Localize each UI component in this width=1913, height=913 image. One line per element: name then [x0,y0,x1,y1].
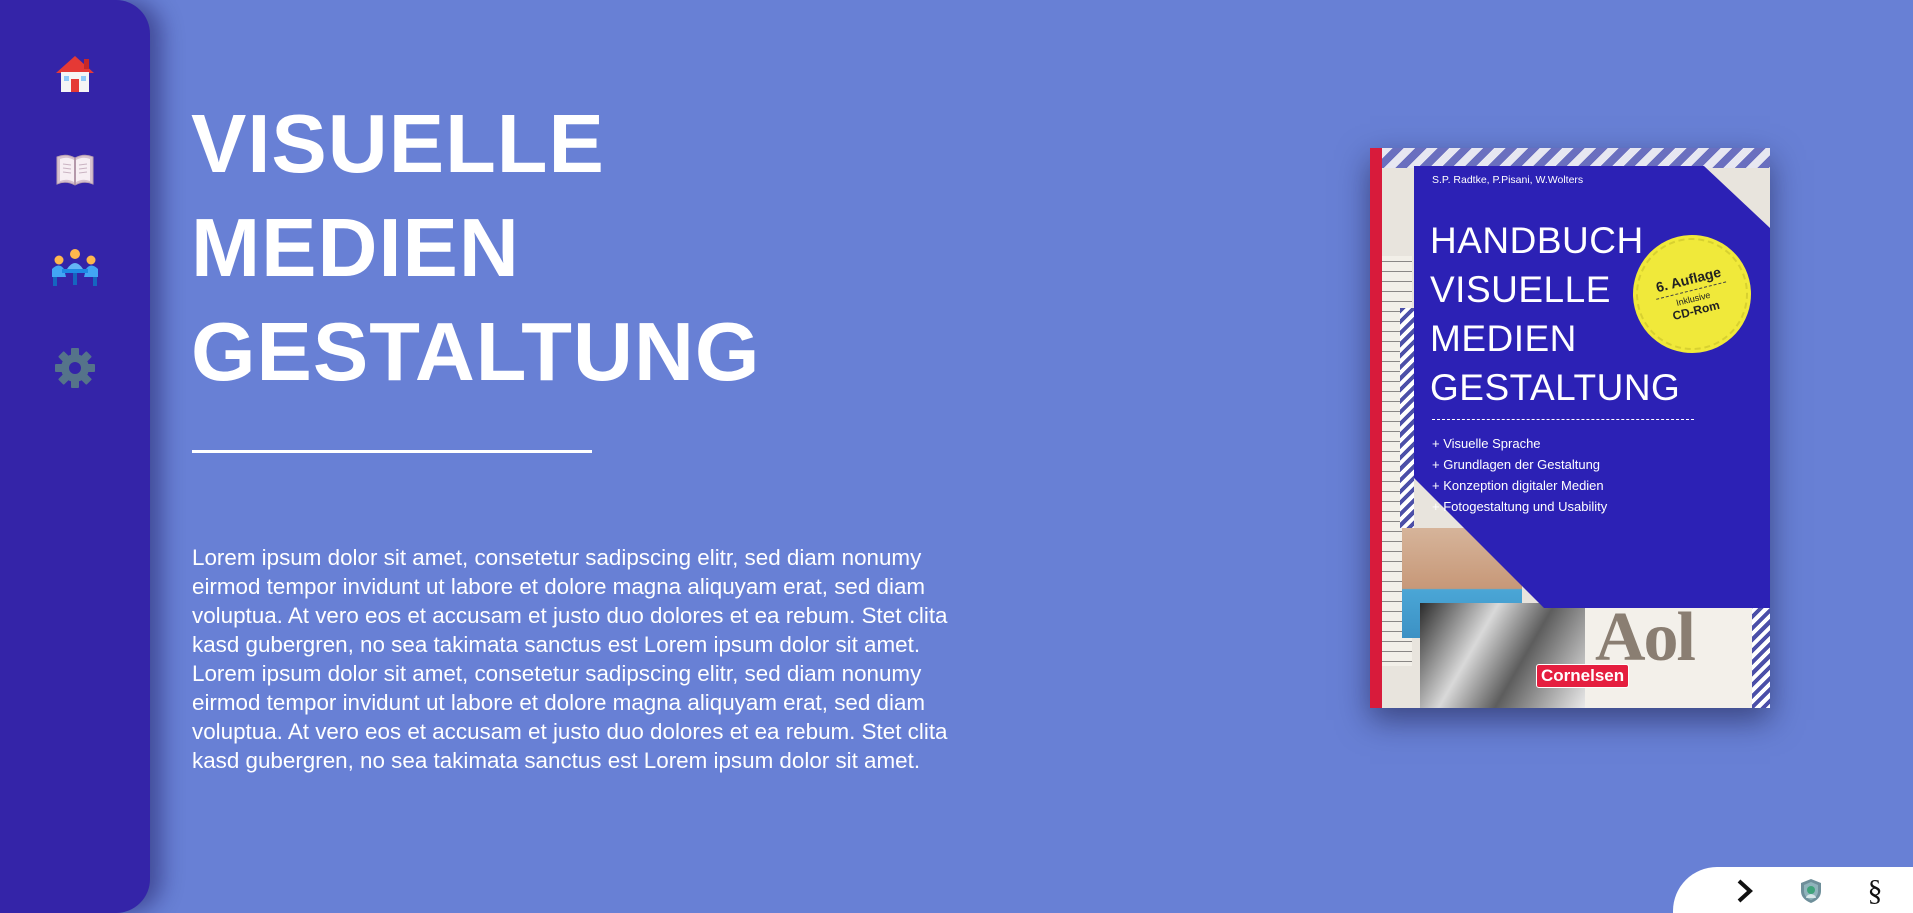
feature-item: + Konzeption digitaler Medien [1432,478,1604,493]
privacy-button[interactable] [1795,875,1827,907]
feature-item: + Fotogestaltung und Usability [1432,499,1608,514]
chevron-right-icon [1737,879,1753,903]
sidebar-item-home[interactable] [48,47,102,101]
home-icon [56,56,94,92]
cover-hatch-pattern [1752,603,1770,708]
cover-collage-top [1370,148,1770,168]
body-paragraph: Lorem ipsum dolor sit amet, consetetur s… [192,545,948,773]
sidebar-item-book[interactable] [48,143,102,197]
section-sign-icon: § [1867,874,1883,907]
next-button[interactable] [1729,875,1761,907]
book-authors: S.P. Radtke, P.Pisani, W.Wolters [1432,174,1584,186]
publisher-logo: Cornelsen [1536,664,1630,688]
legal-button[interactable]: § [1859,875,1891,907]
sidebar-item-settings[interactable] [48,341,102,395]
cover-red-stripe [1370,148,1382,708]
cover-dashed-divider [1432,419,1694,420]
cover-photo [1420,603,1585,708]
book-feature-list: + Visuelle Sprache + Grundlagen der Gest… [1432,433,1607,517]
book-title-line: HANDBUCH [1430,220,1644,261]
sidebar [0,0,150,913]
feature-item: + Visuelle Sprache [1432,436,1541,451]
shield-icon [1801,879,1821,903]
book-icon [56,154,94,186]
title-line: MEDIEN [191,201,520,294]
book-cover: Aol S.P. Radtke, P.Pisani, W.Wolters HAN… [1370,148,1770,708]
title-line: VISUELLE [191,97,605,190]
gear-icon [55,348,95,388]
book-title-line: GESTALTUNG [1430,367,1681,408]
page-title: VISUELLE MEDIEN GESTALTUNG [191,92,760,404]
bottom-toolbar: § [1673,867,1913,913]
title-line: GESTALTUNG [191,305,761,398]
sidebar-item-meeting[interactable] [48,240,102,294]
title-divider [192,450,592,453]
meeting-icon [52,249,98,286]
cover-hatch-pattern [1400,308,1414,528]
feature-item: + Grundlagen der Gestaltung [1432,457,1601,472]
